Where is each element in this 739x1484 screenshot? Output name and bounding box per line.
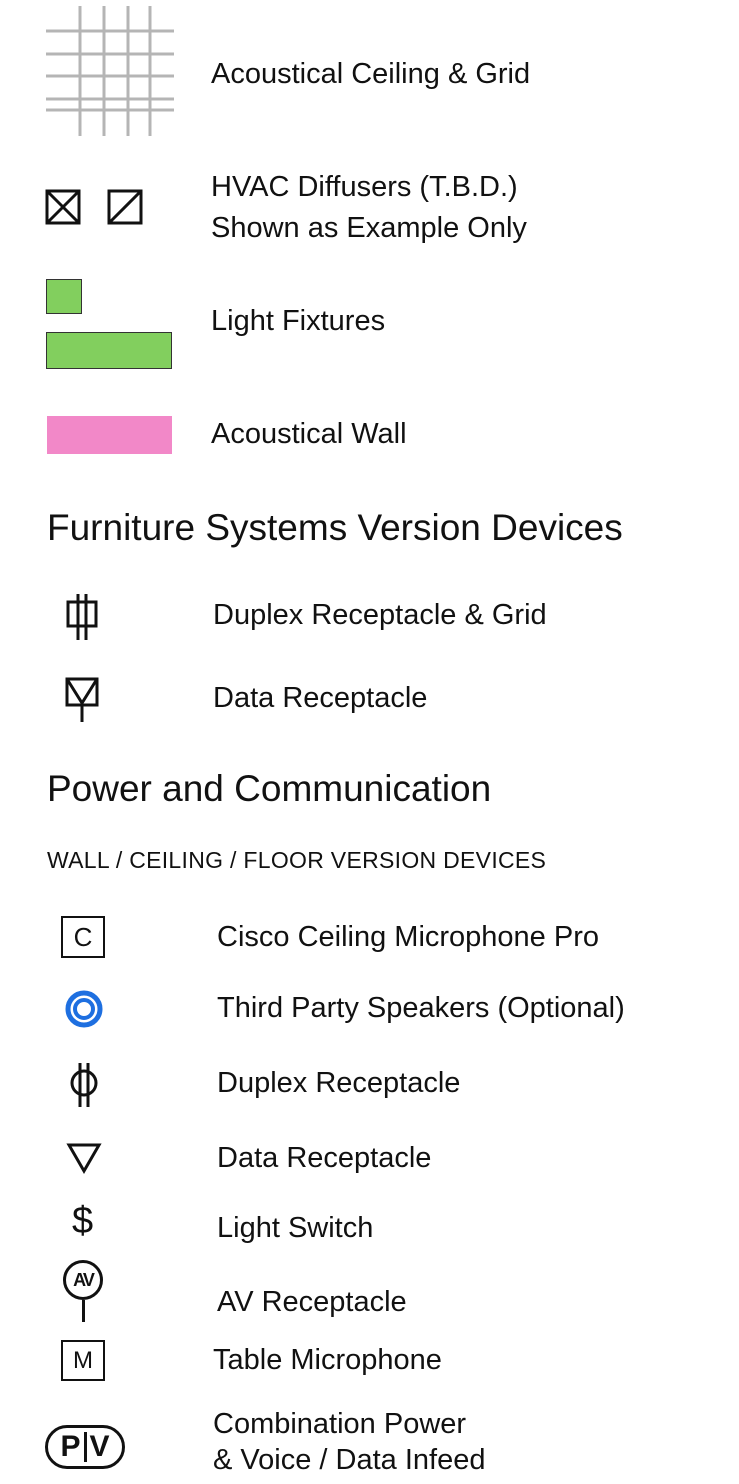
light-switch-label: Light Switch [217, 1212, 374, 1244]
duplex-grid-label: Duplex Receptacle & Grid [213, 599, 547, 631]
hvac-diffuser-x-icon [45, 189, 81, 225]
av-receptacle-label: AV Receptacle [217, 1286, 407, 1318]
acoustical-wall-label: Acoustical Wall [211, 418, 407, 450]
light-fixtures-label: Light Fixtures [211, 305, 386, 337]
combination-infeed-symbol-v: V [89, 1430, 110, 1463]
speaker-icon [65, 990, 103, 1028]
ceiling-microphone-icon: C [61, 916, 105, 958]
power-section-heading: Power and Communication [47, 768, 492, 809]
hvac-diffuser-slash-icon [107, 189, 143, 225]
furniture-section-heading: Furniture Systems Version Devices [47, 507, 623, 548]
ceiling-microphone-label: Cisco Ceiling Microphone Pro [217, 921, 599, 953]
duplex-receptacle-label: Duplex Receptacle [217, 1067, 461, 1099]
data-receptacle-icon [66, 1143, 102, 1174]
hvac-label-line2: Shown as Example Only [211, 212, 527, 244]
combination-infeed-symbol-p: P [60, 1432, 87, 1462]
table-microphone-label: Table Microphone [213, 1344, 442, 1376]
table-microphone-symbol: M [73, 1346, 93, 1374]
combination-infeed-icon: P V [45, 1425, 125, 1469]
duplex-receptacle-grid-icon [66, 594, 98, 640]
ceiling-grid-label: Acoustical Ceiling & Grid [211, 58, 531, 90]
data-receptacle-label: Data Receptacle [217, 1142, 432, 1174]
combination-infeed-label-line1: Combination Power [213, 1408, 467, 1440]
light-fixture-rectangle-icon [46, 332, 172, 369]
ceiling-grid-icon [46, 6, 174, 136]
light-switch-icon: $ [72, 1200, 94, 1242]
table-microphone-icon: M [61, 1340, 105, 1381]
duplex-receptacle-icon [70, 1063, 98, 1107]
av-receptacle-symbol: AV [73, 1270, 95, 1290]
speakers-label: Third Party Speakers (Optional) [217, 992, 625, 1024]
hvac-label-line1: HVAC Diffusers (T.B.D.) [211, 171, 518, 203]
light-fixture-square-icon [46, 279, 82, 314]
power-section-subheading: WALL / CEILING / FLOOR VERSION DEVICES [47, 847, 547, 873]
furniture-data-receptacle-label: Data Receptacle [213, 682, 428, 714]
ceiling-microphone-symbol: C [73, 922, 93, 952]
acoustical-wall-swatch [47, 416, 172, 454]
combination-infeed-label-line2: & Voice / Data Infeed [213, 1444, 486, 1476]
av-receptacle-icon: AV [61, 1258, 107, 1324]
furniture-data-receptacle-icon [65, 677, 99, 722]
